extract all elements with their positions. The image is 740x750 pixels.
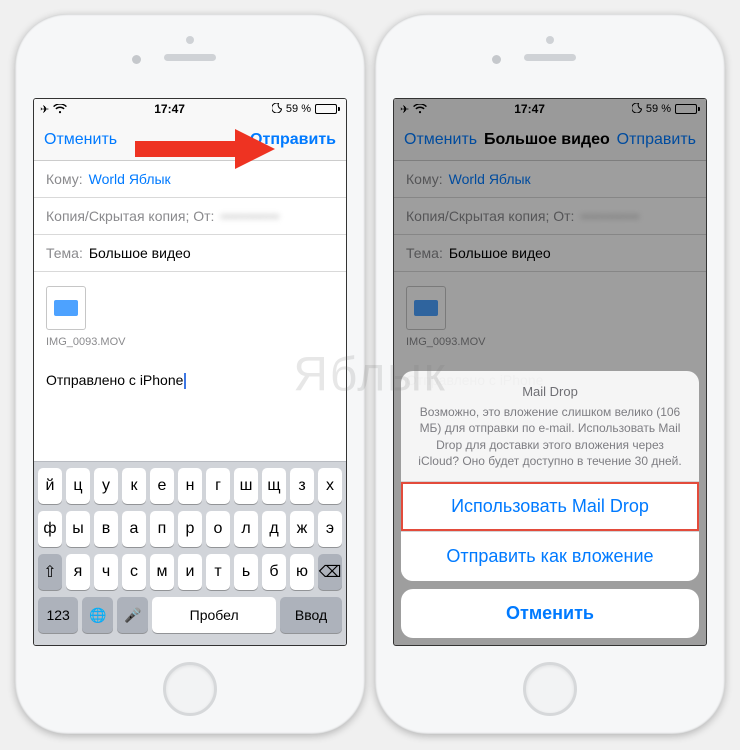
compose-nav: Отменить Отправить xyxy=(34,119,346,161)
key-б[interactable]: б xyxy=(262,554,286,590)
keyboard-row-2: фывапролджэ xyxy=(38,511,342,547)
key-а[interactable]: а xyxy=(122,511,146,547)
dnd-moon-icon xyxy=(272,103,282,116)
to-row[interactable]: Кому: World Яблык xyxy=(34,161,346,198)
subject-row[interactable]: Тема: Большое видео xyxy=(34,235,346,272)
key-м[interactable]: м xyxy=(150,554,174,590)
front-camera xyxy=(132,55,141,64)
key-р[interactable]: р xyxy=(178,511,202,547)
to-label: Кому: xyxy=(46,171,83,187)
numbers-key[interactable]: 123 xyxy=(38,597,78,633)
front-camera xyxy=(492,55,501,64)
screen-right: ✈ 17:47 59 % Отменить xyxy=(393,98,707,646)
speaker xyxy=(524,54,576,61)
keyboard-row-3: ⇧ячсмитьбю⌫ xyxy=(38,554,342,590)
subject-label: Тема: xyxy=(46,245,83,261)
speaker xyxy=(164,54,216,61)
key-у[interactable]: у xyxy=(94,468,118,504)
globe-key[interactable]: 🌐 xyxy=(82,597,113,633)
key-д[interactable]: д xyxy=(262,511,286,547)
key-о[interactable]: о xyxy=(206,511,230,547)
key-з[interactable]: з xyxy=(290,468,314,504)
key-ю[interactable]: ю xyxy=(290,554,314,590)
cc-label: Копия/Скрытая копия; От: xyxy=(46,208,214,224)
key-я[interactable]: я xyxy=(66,554,90,590)
home-button[interactable] xyxy=(523,662,577,716)
keyboard-row-1: йцукенгшщзх xyxy=(38,468,342,504)
key-ф[interactable]: ф xyxy=(38,511,62,547)
attachment-icon[interactable] xyxy=(46,286,86,330)
phone-left: ✈ 17:47 59 % Отменить xyxy=(15,14,365,734)
cc-row[interactable]: Копия/Скрытая копия; От: •••••••••••• xyxy=(34,198,346,235)
battery-percent: 59 % xyxy=(286,103,311,115)
attachment-name: IMG_0093.MOV xyxy=(46,336,334,348)
sheet-header: Mail Drop Возможно, это вложение слишком… xyxy=(401,371,699,482)
shift-key[interactable]: ⇧ xyxy=(38,554,62,590)
home-button[interactable] xyxy=(163,662,217,716)
keyboard: йцукенгшщзх фывапролджэ ⇧ячсмитьбю⌫ 123 … xyxy=(34,461,346,645)
key-г[interactable]: г xyxy=(206,468,230,504)
cancel-button[interactable]: Отменить xyxy=(44,131,117,149)
key-л[interactable]: л xyxy=(234,511,258,547)
keyboard-row-4: 123 🌐 🎤 Пробел Ввод xyxy=(38,597,342,633)
compose-body[interactable]: IMG_0093.MOV Отправлено с iPhone xyxy=(34,272,346,461)
wifi-icon xyxy=(53,104,67,114)
status-time: 17:47 xyxy=(154,102,185,116)
to-value: World Яблык xyxy=(89,171,171,187)
key-т[interactable]: т xyxy=(206,554,230,590)
key-ш[interactable]: ш xyxy=(234,468,258,504)
signature-text: Отправлено с iPhone xyxy=(46,372,334,389)
key-и[interactable]: и xyxy=(178,554,202,590)
backspace-key[interactable]: ⌫ xyxy=(318,554,342,590)
space-key[interactable]: Пробел xyxy=(152,597,276,633)
key-х[interactable]: х xyxy=(318,468,342,504)
key-ы[interactable]: ы xyxy=(66,511,90,547)
sheet-title: Mail Drop xyxy=(417,383,683,401)
status-bar: ✈ 17:47 59 % xyxy=(34,99,346,119)
key-щ[interactable]: щ xyxy=(262,468,286,504)
airplane-icon: ✈ xyxy=(40,103,49,116)
key-ж[interactable]: ж xyxy=(290,511,314,547)
sheet-cancel-button[interactable]: Отменить xyxy=(401,589,699,638)
proximity-sensor xyxy=(546,36,554,44)
key-й[interactable]: й xyxy=(38,468,62,504)
action-sheet: Mail Drop Возможно, это вложение слишком… xyxy=(401,371,699,638)
key-п[interactable]: п xyxy=(150,511,174,547)
battery-icon xyxy=(315,104,340,114)
send-as-attachment-button[interactable]: Отправить как вложение xyxy=(401,532,699,581)
key-ц[interactable]: ц xyxy=(66,468,90,504)
key-е[interactable]: е xyxy=(150,468,174,504)
phone-right: ✈ 17:47 59 % Отменить xyxy=(375,14,725,734)
cc-value: •••••••••••• xyxy=(220,208,279,224)
text-cursor xyxy=(184,373,186,389)
key-в[interactable]: в xyxy=(94,511,118,547)
key-с[interactable]: с xyxy=(122,554,146,590)
key-ь[interactable]: ь xyxy=(234,554,258,590)
key-к[interactable]: к xyxy=(122,468,146,504)
screen-left: ✈ 17:47 59 % Отменить xyxy=(33,98,347,646)
proximity-sensor xyxy=(186,36,194,44)
use-maildrop-button[interactable]: Использовать Mail Drop xyxy=(401,482,699,532)
key-ч[interactable]: ч xyxy=(94,554,118,590)
mic-key[interactable]: 🎤 xyxy=(117,597,148,633)
enter-key[interactable]: Ввод xyxy=(280,597,342,633)
key-н[interactable]: н xyxy=(178,468,202,504)
send-button[interactable]: Отправить xyxy=(250,131,336,149)
key-э[interactable]: э xyxy=(318,511,342,547)
sheet-message: Возможно, это вложение слишком велико (1… xyxy=(417,404,683,469)
subject-value: Большое видео xyxy=(89,245,191,261)
